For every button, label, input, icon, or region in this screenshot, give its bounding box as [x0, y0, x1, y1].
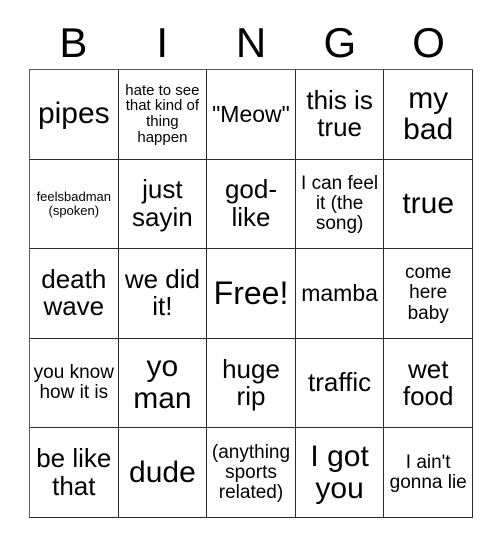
bingo-card: B I N G O pipes hate to see that kind of …	[0, 0, 500, 544]
bingo-free-space[interactable]: Free!	[207, 249, 296, 339]
bingo-cell-label: mamba	[301, 280, 378, 307]
bingo-cell[interactable]: this is true	[295, 70, 385, 160]
bingo-cell[interactable]: you know how it is	[30, 338, 119, 429]
bingo-cell-label: (anything sports related)	[211, 441, 291, 503]
bingo-cell[interactable]: I ain't gonna lie	[384, 428, 473, 518]
bingo-header: B I N G O	[29, 18, 473, 68]
bingo-cell-label: huge rip	[222, 353, 280, 412]
bingo-cell-label: just sayin	[132, 174, 193, 232]
bingo-cell-label: traffic	[308, 367, 372, 398]
bingo-cell-label: dude	[129, 455, 196, 489]
bingo-cell[interactable]: pipes	[30, 70, 119, 160]
bingo-cell[interactable]: death wave	[30, 249, 119, 339]
bingo-cell-label: yo man	[133, 350, 192, 416]
bingo-cell-label: come here baby	[404, 262, 452, 324]
bingo-cell[interactable]: my bad	[384, 70, 473, 160]
bingo-cell[interactable]: I can feel it (the song)	[295, 159, 385, 250]
bingo-cell[interactable]: wet food	[384, 338, 473, 429]
bingo-cell-label: death wave	[41, 263, 107, 322]
bingo-cell-label: true	[402, 186, 455, 220]
bingo-cell-label: this is true	[306, 84, 373, 143]
header-letter-i: I	[156, 19, 169, 66]
bingo-cell[interactable]: huge rip	[207, 338, 296, 429]
header-letter-g: G	[323, 19, 357, 66]
bingo-cell-label: "Meow"	[212, 101, 290, 128]
bingo-cell-label: I can feel it (the song)	[301, 172, 379, 234]
bingo-grid: pipes hate to see that kind of thing happ…	[29, 69, 473, 518]
bingo-cell-label: god-like	[224, 174, 278, 232]
bingo-cell-label: wet food	[402, 353, 454, 412]
bingo-cell-label: hate to see that kind of thing happen	[125, 81, 200, 147]
bingo-cell-label: Free!	[213, 274, 289, 311]
bingo-cell[interactable]: just sayin	[118, 159, 208, 250]
bingo-cell[interactable]: (anything sports related)	[207, 428, 296, 518]
header-letter-n: N	[235, 19, 267, 66]
bingo-cell[interactable]: feelsbadman (spoken)	[30, 159, 119, 250]
bingo-cell[interactable]: traffic	[295, 338, 385, 429]
bingo-cell[interactable]: "Meow"	[207, 70, 296, 160]
bingo-cell[interactable]: yo man	[118, 338, 208, 429]
bingo-cell[interactable]: come here baby	[384, 249, 473, 339]
bingo-cell-label: be like that	[36, 443, 112, 501]
header-letter-o: O	[412, 19, 445, 66]
bingo-cell[interactable]: we did it!	[118, 249, 208, 339]
bingo-cell-label: feelsbadman (spoken)	[36, 189, 112, 218]
bingo-cell[interactable]: god-like	[207, 159, 296, 250]
bingo-cell[interactable]: true	[384, 159, 473, 250]
bingo-cell[interactable]: dude	[118, 428, 208, 518]
bingo-cell[interactable]: I got you	[295, 428, 385, 518]
bingo-cell-label: my bad	[403, 81, 454, 147]
bingo-cell[interactable]: be like that	[30, 428, 119, 518]
bingo-cell-label: we did it!	[124, 263, 200, 322]
bingo-cell-label: pipes	[37, 97, 110, 131]
header-letter-b: B	[59, 19, 88, 66]
bingo-cell-label: I got you	[310, 439, 369, 505]
bingo-cell[interactable]: hate to see that kind of thing happen	[118, 70, 208, 160]
bingo-cell-label: I ain't gonna lie	[389, 451, 467, 493]
bingo-cell[interactable]: mamba	[295, 249, 385, 339]
bingo-cell-label: you know how it is	[33, 361, 114, 404]
